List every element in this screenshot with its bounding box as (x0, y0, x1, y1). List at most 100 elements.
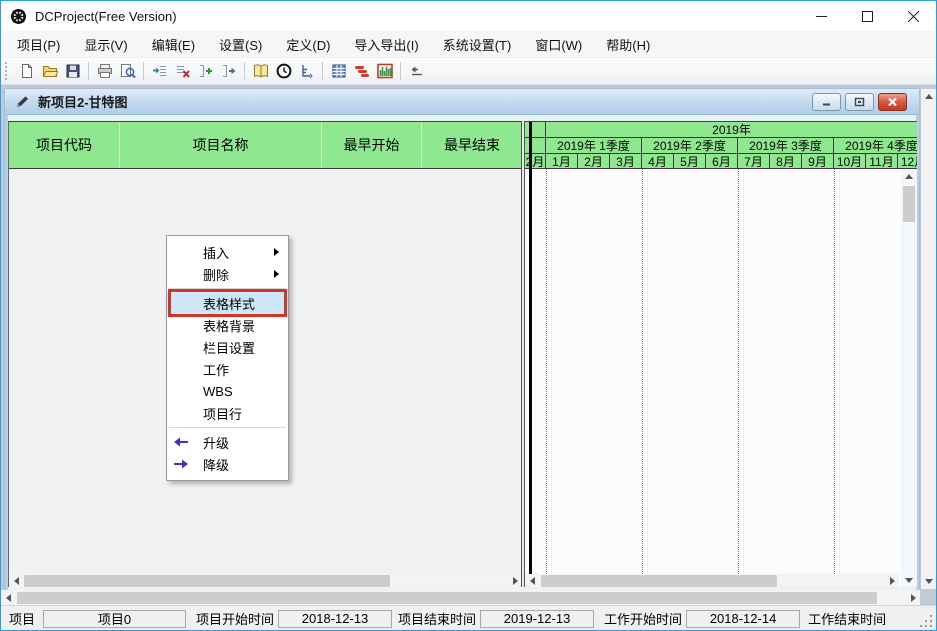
gantt-quarter-q3: 2019年 3季度 (738, 138, 834, 154)
child-restore-button[interactable] (845, 93, 874, 111)
quarter-gridline (546, 169, 547, 574)
scroll-up-icon[interactable] (921, 89, 937, 104)
mdi-horizontal-scrollbar[interactable] (1, 590, 920, 605)
gantt-month-sep: 9月 (802, 154, 834, 169)
context-menu-item-table-background[interactable]: 表格背景 (167, 314, 288, 336)
column-header-project-name[interactable]: 项目名称 (120, 122, 322, 168)
gantt-month-aug: 8月 (770, 154, 802, 169)
print-preview-icon[interactable] (116, 60, 139, 82)
title-bar: DCProject(Free Version) (1, 1, 936, 31)
notes-book-icon[interactable] (249, 60, 272, 82)
scroll-right-icon[interactable] (906, 591, 920, 605)
scroll-left-icon[interactable] (525, 574, 539, 587)
hierarchy-icon[interactable] (295, 60, 318, 82)
menu-settings[interactable]: 设置(S) (207, 30, 274, 59)
gantt-month-row: 2月 1月 2月 3月 4月 5月 6月 7月 8月 9月 10月 11月 12… (525, 154, 917, 169)
move-task-icon[interactable] (217, 60, 240, 82)
time-clock-icon[interactable] (272, 60, 295, 82)
context-menu-item-delete[interactable]: 删除 (167, 263, 288, 285)
print-icon[interactable] (93, 60, 116, 82)
scroll-up-icon[interactable] (901, 169, 917, 184)
gantt-quarter-q4: 2019年 4季度 (834, 138, 917, 154)
table-header-row: 项目代码 项目名称 最早开始 最早结束 (9, 122, 522, 169)
insert-subtask-icon[interactable] (194, 60, 217, 82)
menu-project[interactable]: 项目(P) (5, 30, 72, 59)
scroll-right-icon[interactable] (508, 574, 522, 588)
quarter-gridline (834, 169, 835, 574)
quarter-gridline (642, 169, 643, 574)
child-close-button[interactable] (878, 93, 907, 111)
gantt-month-jun: 6月 (706, 154, 738, 169)
table-view-icon[interactable] (327, 60, 350, 82)
menu-help[interactable]: 帮助(H) (594, 30, 662, 59)
status-work-start-value: 2018-12-14 (686, 610, 800, 628)
gantt-bars-icon[interactable] (350, 60, 373, 82)
gantt-scroll-thumb[interactable] (541, 575, 777, 587)
close-button[interactable] (890, 1, 936, 31)
context-menu-item-insert[interactable]: 插入 (167, 241, 288, 263)
save-icon[interactable] (61, 60, 84, 82)
context-menu-item-project-row[interactable]: 项目行 (167, 402, 288, 424)
status-work-end-label: 工作结束时间 (808, 609, 886, 628)
level-arrow-icon[interactable] (405, 60, 428, 82)
gantt-body[interactable] (525, 169, 917, 574)
scroll-left-icon[interactable] (1, 591, 15, 605)
gantt-vertical-scrollbar[interactable] (901, 169, 917, 587)
menu-define[interactable]: 定义(D) (274, 30, 342, 59)
context-menu-label: 项目行 (203, 404, 242, 423)
gantt-quarter-row: 2019年 1季度 2019年 2季度 2019年 3季度 2019年 4季度 (525, 138, 917, 154)
context-menu-label: 栏目设置 (203, 338, 255, 357)
delete-row-icon[interactable] (171, 60, 194, 82)
gantt-vscroll-thumb[interactable] (903, 186, 915, 222)
context-menu-item-demote[interactable]: 降级 (167, 453, 288, 475)
gantt-year-row: 2019年 (525, 122, 917, 138)
gantt-month-jul: 7月 (738, 154, 770, 169)
demote-arrow-icon (173, 459, 189, 469)
mdi-vertical-scrollbar[interactable] (921, 89, 937, 589)
scroll-down-icon[interactable] (921, 574, 937, 589)
context-menu-label: 升级 (203, 433, 229, 452)
column-header-earliest-start[interactable]: 最早开始 (322, 122, 422, 168)
column-header-project-code[interactable]: 项目代码 (9, 122, 120, 168)
child-minimize-button[interactable] (812, 93, 841, 111)
scroll-left-icon[interactable] (9, 574, 23, 588)
menu-window[interactable]: 窗口(W) (523, 30, 594, 59)
context-menu-label: 工作 (203, 360, 229, 379)
column-header-earliest-end[interactable]: 最早结束 (422, 122, 522, 168)
gantt-horizontal-scrollbar[interactable] (525, 574, 899, 587)
table-scroll-thumb[interactable] (24, 575, 390, 587)
context-menu-item-work[interactable]: 工作 (167, 358, 288, 380)
insert-row-icon[interactable] (148, 60, 171, 82)
child-title-bar[interactable]: 新项目2-甘特图 (5, 89, 919, 115)
context-menu-label: 表格背景 (203, 316, 255, 335)
menu-view[interactable]: 显示(V) (72, 30, 139, 59)
submenu-arrow-icon (274, 270, 279, 278)
context-menu-item-promote[interactable]: 升级 (167, 431, 288, 453)
context-menu-item-column-settings[interactable]: 栏目设置 (167, 336, 288, 358)
menu-system-settings[interactable]: 系统设置(T) (431, 30, 524, 59)
context-menu-item-wbs[interactable]: WBS (167, 380, 288, 402)
scroll-right-icon[interactable] (885, 574, 899, 587)
status-start-value: 2018-12-13 (278, 610, 392, 628)
menu-edit[interactable]: 编辑(E) (140, 30, 207, 59)
gantt-month-dec: 12月 (898, 154, 917, 169)
mdi-scroll-thumb[interactable] (17, 592, 877, 604)
submenu-arrow-icon (274, 248, 279, 256)
resize-grip[interactable] (918, 613, 932, 627)
new-document-icon[interactable] (15, 60, 38, 82)
scroll-down-icon[interactable] (901, 573, 917, 587)
gantt-month-mar: 3月 (610, 154, 642, 169)
status-work-start-label: 工作开始时间 (604, 609, 682, 628)
open-file-icon[interactable] (38, 60, 61, 82)
maximize-button[interactable] (844, 1, 890, 31)
menu-bar: 项目(P) 显示(V) 编辑(E) 设置(S) 定义(D) 导入导出(I) 系统… (1, 31, 936, 58)
toolbar-grip[interactable] (5, 62, 10, 80)
context-menu-item-table-style[interactable]: 表格样式 (167, 292, 288, 314)
histogram-view-icon[interactable] (373, 60, 396, 82)
gantt-quarter-q2: 2019年 2季度 (642, 138, 738, 154)
quarter-gridline (738, 169, 739, 574)
toolbar-separator (400, 62, 401, 80)
menu-import-export[interactable]: 导入导出(I) (342, 30, 430, 59)
table-horizontal-scrollbar[interactable] (9, 574, 522, 588)
minimize-button[interactable] (798, 1, 844, 31)
